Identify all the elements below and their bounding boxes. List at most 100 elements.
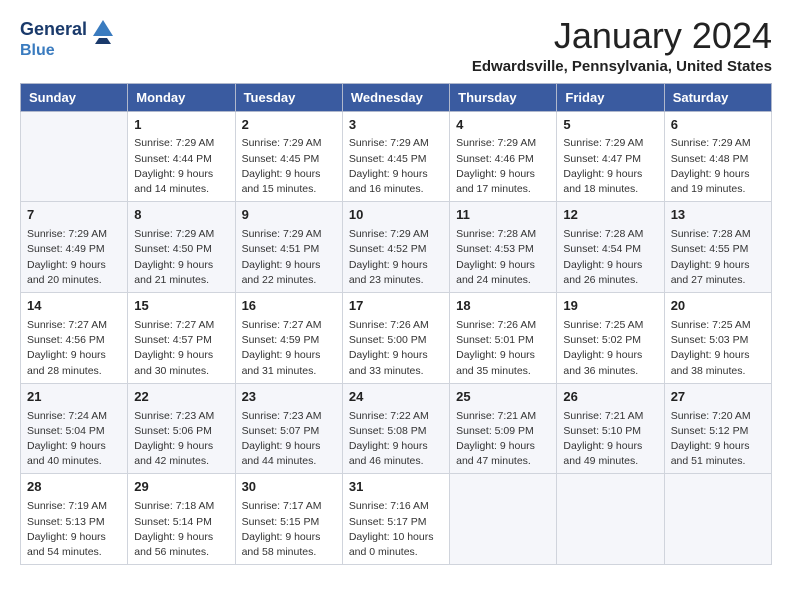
calendar-cell: 28Sunrise: 7:19 AM Sunset: 5:13 PM Dayli… bbox=[21, 474, 128, 565]
day-number: 15 bbox=[134, 297, 228, 316]
day-number: 26 bbox=[563, 388, 657, 407]
day-info: Sunrise: 7:29 AM Sunset: 4:44 PM Dayligh… bbox=[134, 136, 228, 197]
calendar-cell bbox=[664, 474, 771, 565]
calendar-cell: 23 Sunrise: 7:23 AM Sunset: 5:07 PM Dayli… bbox=[235, 383, 342, 474]
title-block: January 2024 Edwardsville, Pennsylvania,… bbox=[472, 16, 772, 75]
calendar-cell bbox=[21, 111, 128, 202]
calendar-cell: 15 Sunrise: 7:27 AM Sunset: 4:57 PM Dayli… bbox=[128, 293, 235, 384]
calendar-cell: 8 Sunrise: 7:29 AM Sunset: 4:50 PM Daylig… bbox=[128, 202, 235, 293]
day-info: Sunrise: 7:25 AM Sunset: 5:03 PM Dayligh… bbox=[671, 318, 765, 379]
logo-icon bbox=[89, 16, 117, 44]
day-info: Sunrise: 7:18 AM Sunset: 5:14 PM Dayligh… bbox=[134, 499, 228, 560]
day-info: Sunrise: 7:29 AM Sunset: 4:50 PM Dayligh… bbox=[134, 227, 228, 288]
day-number: 2 bbox=[242, 116, 336, 135]
day-info: Sunrise: 7:26 AM Sunset: 5:01 PM Dayligh… bbox=[456, 318, 550, 379]
calendar-cell: 30Sunrise: 7:17 AM Sunset: 5:15 PM Dayli… bbox=[235, 474, 342, 565]
day-number: 4 bbox=[456, 116, 550, 135]
day-info: Sunrise: 7:27 AM Sunset: 4:57 PM Dayligh… bbox=[134, 318, 228, 379]
day-info: Sunrise: 7:23 AM Sunset: 5:06 PM Dayligh… bbox=[134, 409, 228, 470]
day-number: 8 bbox=[134, 206, 228, 225]
calendar-week-2: 7 Sunrise: 7:29 AM Sunset: 4:49 PM Daylig… bbox=[21, 202, 772, 293]
calendar-cell: 2Sunrise: 7:29 AM Sunset: 4:45 PM Daylig… bbox=[235, 111, 342, 202]
calendar-week-1: 1Sunrise: 7:29 AM Sunset: 4:44 PM Daylig… bbox=[21, 111, 772, 202]
day-number: 14 bbox=[27, 297, 121, 316]
weekday-header-friday: Friday bbox=[557, 83, 664, 111]
calendar-cell: 25 Sunrise: 7:21 AM Sunset: 5:09 PM Dayli… bbox=[450, 383, 557, 474]
day-info: Sunrise: 7:28 AM Sunset: 4:54 PM Dayligh… bbox=[563, 227, 657, 288]
day-info: Sunrise: 7:25 AM Sunset: 5:02 PM Dayligh… bbox=[563, 318, 657, 379]
weekday-header-thursday: Thursday bbox=[450, 83, 557, 111]
day-number: 5 bbox=[563, 116, 657, 135]
calendar-cell: 1Sunrise: 7:29 AM Sunset: 4:44 PM Daylig… bbox=[128, 111, 235, 202]
day-number: 6 bbox=[671, 116, 765, 135]
calendar-table: SundayMondayTuesdayWednesdayThursdayFrid… bbox=[20, 83, 772, 566]
weekday-header-tuesday: Tuesday bbox=[235, 83, 342, 111]
day-info: Sunrise: 7:29 AM Sunset: 4:49 PM Dayligh… bbox=[27, 227, 121, 288]
day-number: 18 bbox=[456, 297, 550, 316]
day-info: Sunrise: 7:21 AM Sunset: 5:10 PM Dayligh… bbox=[563, 409, 657, 470]
calendar-cell: 31 Sunrise: 7:16 AM Sunset: 5:17 PM Dayli… bbox=[342, 474, 449, 565]
day-number: 25 bbox=[456, 388, 550, 407]
day-number: 13 bbox=[671, 206, 765, 225]
day-info: Sunrise: 7:28 AM Sunset: 4:53 PM Dayligh… bbox=[456, 227, 550, 288]
calendar-cell: 16 Sunrise: 7:27 AM Sunset: 4:59 PM Dayli… bbox=[235, 293, 342, 384]
calendar-week-4: 21 Sunrise: 7:24 AM Sunset: 5:04 PM Dayli… bbox=[21, 383, 772, 474]
calendar-cell: 17 Sunrise: 7:26 AM Sunset: 5:00 PM Dayli… bbox=[342, 293, 449, 384]
calendar-cell: 4Sunrise: 7:29 AM Sunset: 4:46 PM Daylig… bbox=[450, 111, 557, 202]
day-info: Sunrise: 7:26 AM Sunset: 5:00 PM Dayligh… bbox=[349, 318, 443, 379]
calendar-cell: 22 Sunrise: 7:23 AM Sunset: 5:06 PM Dayli… bbox=[128, 383, 235, 474]
day-number: 31 bbox=[349, 478, 443, 497]
logo: General Blue bbox=[20, 16, 117, 60]
day-info: Sunrise: 7:20 AM Sunset: 5:12 PM Dayligh… bbox=[671, 409, 765, 470]
calendar-cell: 26 Sunrise: 7:21 AM Sunset: 5:10 PM Dayli… bbox=[557, 383, 664, 474]
calendar-cell: 19 Sunrise: 7:25 AM Sunset: 5:02 PM Dayli… bbox=[557, 293, 664, 384]
day-number: 21 bbox=[27, 388, 121, 407]
calendar-cell: 12Sunrise: 7:28 AM Sunset: 4:54 PM Dayli… bbox=[557, 202, 664, 293]
day-number: 9 bbox=[242, 206, 336, 225]
day-info: Sunrise: 7:29 AM Sunset: 4:52 PM Dayligh… bbox=[349, 227, 443, 288]
day-info: Sunrise: 7:29 AM Sunset: 4:46 PM Dayligh… bbox=[456, 136, 550, 197]
day-number: 7 bbox=[27, 206, 121, 225]
day-number: 22 bbox=[134, 388, 228, 407]
calendar-cell: 18 Sunrise: 7:26 AM Sunset: 5:01 PM Dayli… bbox=[450, 293, 557, 384]
day-info: Sunrise: 7:21 AM Sunset: 5:09 PM Dayligh… bbox=[456, 409, 550, 470]
logo-text: General bbox=[20, 20, 87, 40]
calendar-cell: 7 Sunrise: 7:29 AM Sunset: 4:49 PM Daylig… bbox=[21, 202, 128, 293]
day-info: Sunrise: 7:27 AM Sunset: 4:56 PM Dayligh… bbox=[27, 318, 121, 379]
day-number: 1 bbox=[134, 116, 228, 135]
calendar-cell: 13Sunrise: 7:28 AM Sunset: 4:55 PM Dayli… bbox=[664, 202, 771, 293]
calendar-cell: 11Sunrise: 7:28 AM Sunset: 4:53 PM Dayli… bbox=[450, 202, 557, 293]
day-info: Sunrise: 7:23 AM Sunset: 5:07 PM Dayligh… bbox=[242, 409, 336, 470]
day-info: Sunrise: 7:17 AM Sunset: 5:15 PM Dayligh… bbox=[242, 499, 336, 560]
day-number: 16 bbox=[242, 297, 336, 316]
day-number: 29 bbox=[134, 478, 228, 497]
page-header: General Blue January 2024 Edwardsville, … bbox=[20, 16, 772, 75]
day-info: Sunrise: 7:29 AM Sunset: 4:48 PM Dayligh… bbox=[671, 136, 765, 197]
day-info: Sunrise: 7:27 AM Sunset: 4:59 PM Dayligh… bbox=[242, 318, 336, 379]
calendar-cell: 27Sunrise: 7:20 AM Sunset: 5:12 PM Dayli… bbox=[664, 383, 771, 474]
weekday-header-saturday: Saturday bbox=[664, 83, 771, 111]
day-info: Sunrise: 7:29 AM Sunset: 4:47 PM Dayligh… bbox=[563, 136, 657, 197]
day-number: 23 bbox=[242, 388, 336, 407]
calendar-cell bbox=[450, 474, 557, 565]
calendar-week-3: 14 Sunrise: 7:27 AM Sunset: 4:56 PM Dayli… bbox=[21, 293, 772, 384]
day-number: 3 bbox=[349, 116, 443, 135]
weekday-header-wednesday: Wednesday bbox=[342, 83, 449, 111]
calendar-cell: 10 Sunrise: 7:29 AM Sunset: 4:52 PM Dayli… bbox=[342, 202, 449, 293]
day-info: Sunrise: 7:29 AM Sunset: 4:45 PM Dayligh… bbox=[242, 136, 336, 197]
day-info: Sunrise: 7:24 AM Sunset: 5:04 PM Dayligh… bbox=[27, 409, 121, 470]
day-number: 20 bbox=[671, 297, 765, 316]
day-info: Sunrise: 7:29 AM Sunset: 4:51 PM Dayligh… bbox=[242, 227, 336, 288]
calendar-cell: 5Sunrise: 7:29 AM Sunset: 4:47 PM Daylig… bbox=[557, 111, 664, 202]
day-number: 10 bbox=[349, 206, 443, 225]
weekday-header-monday: Monday bbox=[128, 83, 235, 111]
day-info: Sunrise: 7:16 AM Sunset: 5:17 PM Dayligh… bbox=[349, 499, 443, 560]
weekday-header-row: SundayMondayTuesdayWednesdayThursdayFrid… bbox=[21, 83, 772, 111]
day-number: 17 bbox=[349, 297, 443, 316]
logo-blue-text: Blue bbox=[20, 42, 117, 60]
location: Edwardsville, Pennsylvania, United State… bbox=[472, 58, 772, 75]
calendar-cell: 21 Sunrise: 7:24 AM Sunset: 5:04 PM Dayli… bbox=[21, 383, 128, 474]
day-info: Sunrise: 7:22 AM Sunset: 5:08 PM Dayligh… bbox=[349, 409, 443, 470]
day-number: 19 bbox=[563, 297, 657, 316]
calendar-cell: 3Sunrise: 7:29 AM Sunset: 4:45 PM Daylig… bbox=[342, 111, 449, 202]
